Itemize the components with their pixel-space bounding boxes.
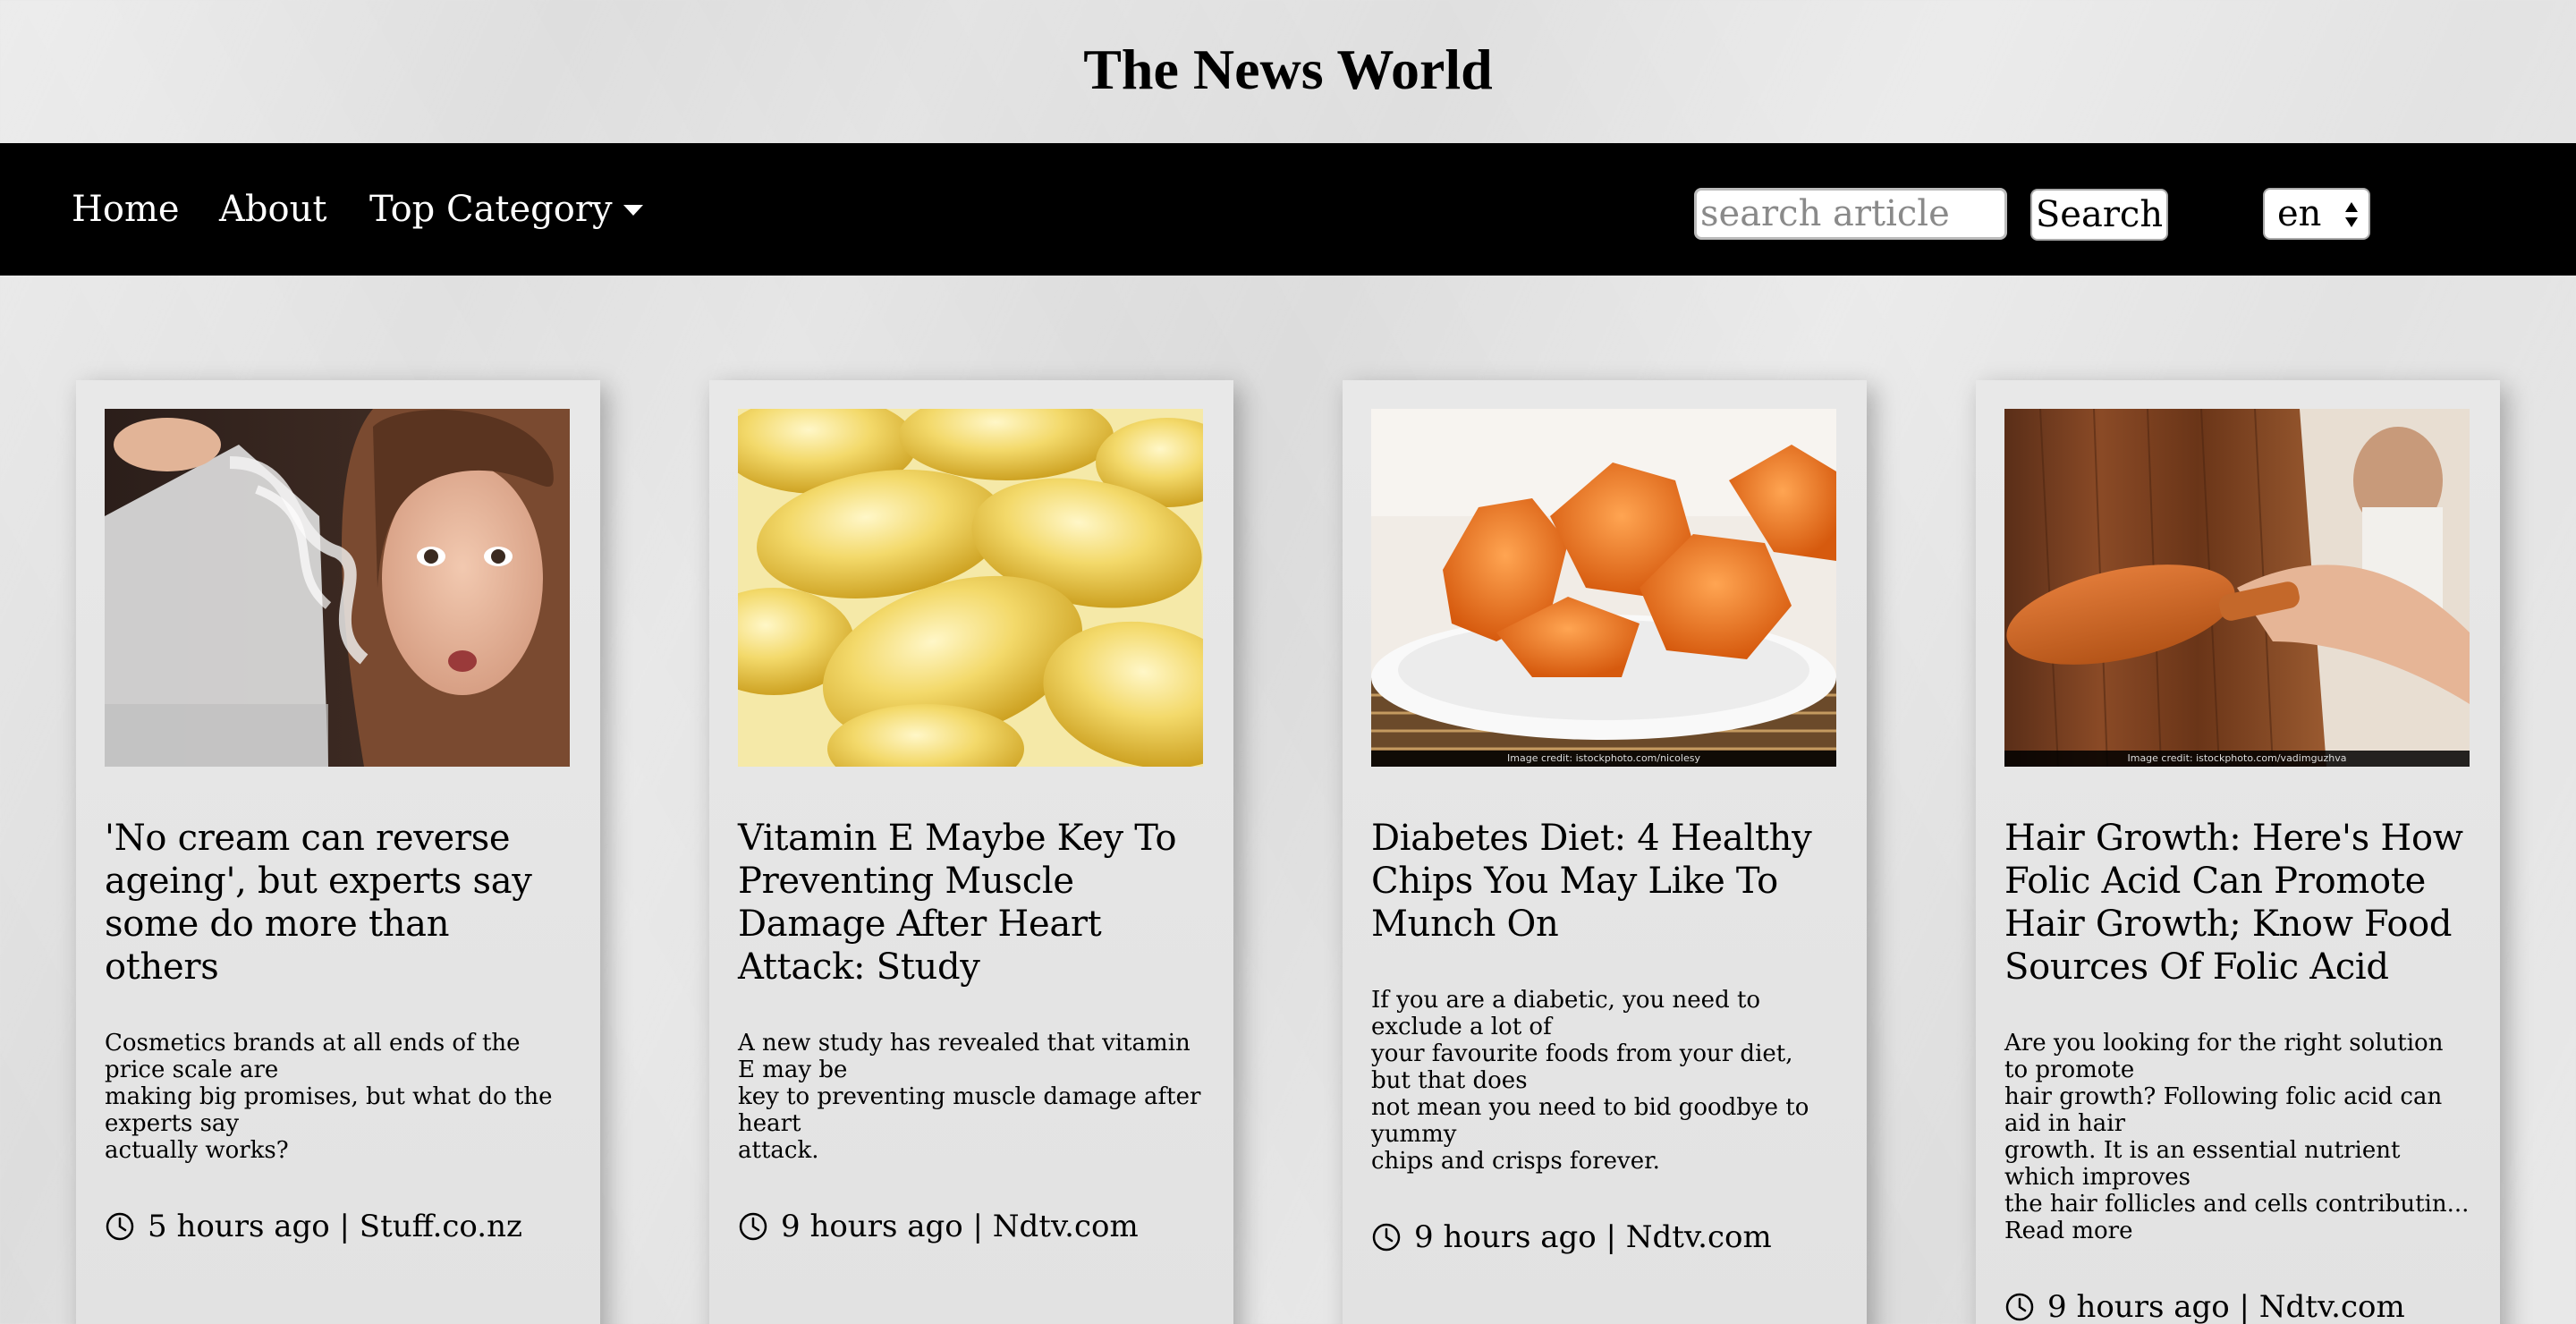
image-credit: Image credit: istockphoto.com/nicolesy [1371,751,1836,767]
article-image[interactable]: Image credit: istockphoto.com/nicolesy [1371,409,1836,767]
article-description: Cosmetics brands at all ends of the pric… [105,1030,572,1164]
description-line: Are you looking for the right solution t… [2004,1030,2444,1083]
language-select[interactable]: en [2263,188,2370,240]
description-line: A new study has revealed that vitamin E … [738,1030,1191,1083]
article-source: 5 hours ago | Stuff.co.nz [148,1209,522,1244]
read-more-link[interactable]: Read more [2004,1218,2471,1244]
article-meta: 9 hours ago | Ndtv.com [738,1209,1205,1244]
article-title[interactable]: Hair Growth: Here's How Folic Acid Can P… [2004,817,2471,989]
nav-about[interactable]: About [219,143,326,276]
description-line: growth. It is an essential nutrient whic… [2004,1137,2401,1191]
description-line: the hair follicles and cells contributin… [2004,1191,2470,1218]
description-line: actually works? [105,1137,289,1164]
article-meta: 5 hours ago | Stuff.co.nz [105,1209,572,1244]
article-card[interactable]: Vitamin E Maybe Key To Preventing Muscle… [709,380,1233,1324]
article-source: 9 hours ago | Ndtv.com [2047,1289,2405,1324]
article-title[interactable]: 'No cream can reverse ageing', but exper… [105,817,572,989]
clock-icon [2005,1293,2034,1321]
article-card[interactable]: Image credit: istockphoto.com/nicolesy D… [1343,380,1867,1324]
clock-icon [1372,1223,1401,1252]
article-image[interactable] [105,409,570,767]
article-title[interactable]: Vitamin E Maybe Key To Preventing Muscle… [738,817,1205,989]
description-line: Cosmetics brands at all ends of the pric… [105,1030,521,1083]
clock-icon [106,1212,134,1241]
navbar: Home About Top Category [0,143,2576,276]
site-title: The News World [1083,38,1493,101]
description-line: attack. [738,1137,819,1164]
search-button[interactable]: Search [2030,189,2168,241]
article-image[interactable]: Image credit: istockphoto.com/vadimguzhv… [2004,409,2470,767]
description-line: not mean you need to bid goodbye to yumm… [1371,1094,1809,1148]
article-image[interactable] [738,409,1203,767]
article-card[interactable]: 'No cream can reverse ageing', but exper… [76,380,600,1324]
article-source: 9 hours ago | Ndtv.com [781,1209,1139,1244]
article-card[interactable]: Image credit: istockphoto.com/vadimguzhv… [1976,380,2500,1324]
article-meta: 9 hours ago | Ndtv.com [2004,1289,2471,1324]
article-source: 9 hours ago | Ndtv.com [1414,1219,1772,1255]
article-description: If you are a diabetic, you need to exclu… [1371,987,1838,1175]
article-title[interactable]: Diabetes Diet: 4 Healthy Chips You May L… [1371,817,1838,946]
nav-top-category-label: Top Category [369,189,613,230]
article-meta: 9 hours ago | Ndtv.com [1371,1219,1838,1255]
description-line: hair growth? Following folic acid can ai… [2004,1083,2443,1137]
description-line: making big promises, but what do the exp… [105,1083,553,1137]
select-arrows-icon [2345,202,2358,227]
clock-icon [739,1212,767,1241]
description-line: chips and crisps forever. [1371,1148,1660,1175]
search-input[interactable] [1694,188,2007,240]
description-line: key to preventing muscle damage after he… [738,1083,1201,1137]
language-value: en [2277,193,2322,234]
nav-home[interactable]: Home [72,143,180,276]
nav-top-category[interactable]: Top Category [369,143,643,276]
image-credit: Image credit: istockphoto.com/vadimguzhv… [2004,751,2470,767]
article-description: A new study has revealed that vitamin E … [738,1030,1205,1164]
article-description: Are you looking for the right solution t… [2004,1030,2471,1244]
description-line: your favourite foods from your diet, but… [1371,1040,1793,1094]
description-line: If you are a diabetic, you need to exclu… [1371,987,1761,1040]
caret-down-icon [623,205,643,216]
